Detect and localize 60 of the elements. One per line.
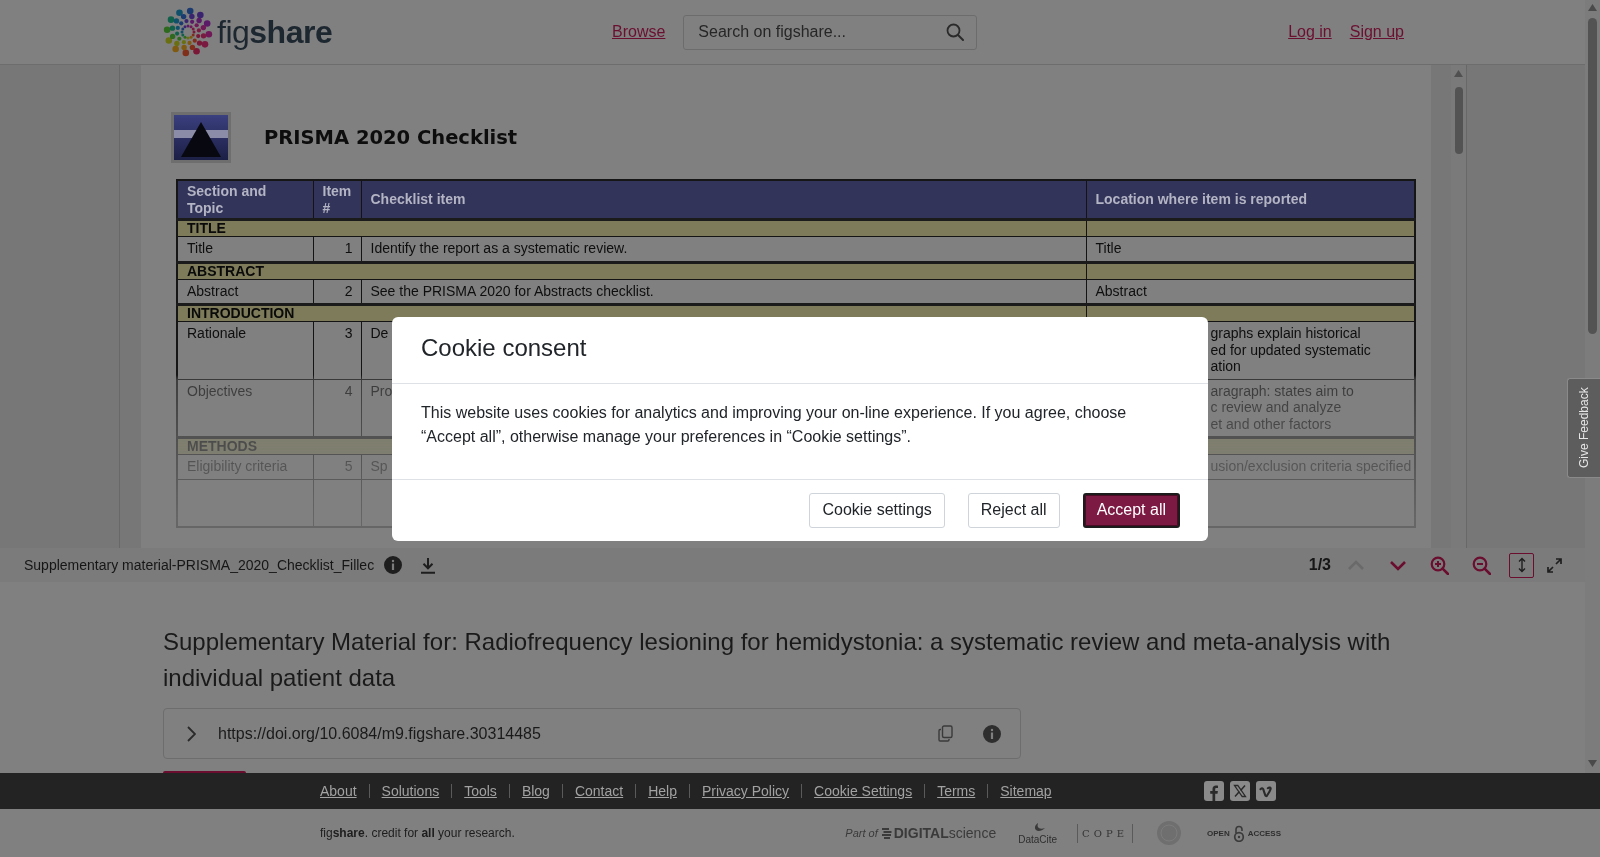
vertical-arrows-icon bbox=[1517, 557, 1526, 573]
column-header: Item # bbox=[313, 180, 361, 220]
stacked-bars-logo-icon bbox=[880, 827, 893, 839]
footer-link[interactable]: Blog bbox=[521, 783, 550, 799]
zoom-out-icon[interactable] bbox=[1472, 555, 1491, 575]
page-indicator: 1/3 bbox=[1308, 556, 1331, 574]
partner-prefix: Part of bbox=[845, 827, 878, 839]
partner-logo-text: COPE bbox=[1077, 823, 1133, 843]
partner-logo-text: OPEN bbox=[1207, 828, 1230, 838]
footer-link[interactable]: Terms bbox=[937, 783, 976, 799]
document-title: PRISMA 2020 Checklist bbox=[264, 126, 518, 149]
doi-link[interactable]: https://doi.org/10.6084/m9.figshare.30314485 bbox=[218, 724, 541, 743]
footer-link[interactable]: Tools bbox=[464, 783, 497, 799]
table-cell: 3 bbox=[313, 321, 361, 379]
tagline: figshare. credit for all your research. bbox=[320, 826, 515, 840]
scroll-down-arrow-icon[interactable] bbox=[1588, 760, 1597, 767]
footer-link[interactable]: Help bbox=[648, 783, 677, 799]
dialog-button[interactable]: Accept all bbox=[1082, 492, 1180, 528]
info-icon[interactable] bbox=[384, 556, 403, 574]
section-heading: ABSTRACT bbox=[177, 262, 1086, 279]
expand-arrows-icon bbox=[1547, 557, 1562, 573]
open-padlock-icon bbox=[1232, 824, 1245, 842]
file-name: Supplementary material-PRISMA_2020_Checklist_Fillec bbox=[24, 557, 375, 573]
search-icon[interactable] bbox=[946, 22, 965, 41]
zoom-in-icon[interactable] bbox=[1430, 555, 1449, 575]
scroll-up-arrow-icon[interactable] bbox=[1588, 4, 1597, 11]
home-logo-link[interactable]: figshare bbox=[163, 7, 336, 57]
section-heading: TITLE bbox=[177, 219, 1086, 237]
download-icon[interactable] bbox=[420, 556, 437, 574]
footer-link[interactable]: Contact bbox=[574, 783, 624, 799]
x-logo-icon[interactable] bbox=[1230, 781, 1250, 801]
copy-icon[interactable] bbox=[938, 725, 953, 742]
facebook-icon[interactable] bbox=[1204, 781, 1224, 801]
footer-link[interactable]: Sitemap bbox=[1000, 783, 1052, 799]
table-cell: Rationale bbox=[177, 321, 313, 379]
partner-logo-text: DataCite bbox=[1018, 833, 1058, 845]
dialog-title: Cookie consent bbox=[421, 332, 587, 362]
feedback-tab[interactable]: Give Feedback bbox=[1567, 378, 1600, 478]
search-field[interactable]: Search on figshare... bbox=[683, 14, 978, 50]
column-header: Checklist item bbox=[361, 180, 1086, 220]
info-icon[interactable] bbox=[983, 724, 1001, 743]
triangle-logo-icon bbox=[171, 112, 231, 163]
scrollbar-thumb[interactable] bbox=[1454, 87, 1463, 154]
vimeo-icon[interactable] bbox=[1256, 781, 1276, 801]
dialog-button[interactable]: Reject all bbox=[967, 492, 1060, 528]
scrollbar-thumb[interactable] bbox=[1588, 18, 1597, 334]
footer-link[interactable]: Cookie Settings bbox=[814, 783, 913, 799]
footer-link[interactable]: Solutions bbox=[381, 783, 440, 799]
footer-link[interactable]: About bbox=[320, 783, 357, 799]
partner-logo-text: DIGITALscience bbox=[893, 825, 997, 841]
column-header: Section and Topic bbox=[177, 180, 313, 220]
chevron-right-icon[interactable] bbox=[187, 725, 196, 742]
item-title: Supplementary Material for: Radiofrequency lesioning for hemidystonia: a systematic review and meta-analysis with individual patient data bbox=[163, 627, 1392, 693]
column-header: Location where item is reported bbox=[1086, 180, 1415, 220]
scroll-up-arrow-icon[interactable] bbox=[1454, 70, 1463, 77]
dialog-button[interactable]: Cookie settings bbox=[809, 492, 945, 528]
spiral-logo-icon bbox=[163, 7, 213, 57]
partner-logo-text: ACCESS bbox=[1247, 828, 1281, 838]
fit-height-button[interactable] bbox=[1509, 552, 1534, 578]
footer-link[interactable]: Privacy Policy bbox=[701, 783, 790, 799]
